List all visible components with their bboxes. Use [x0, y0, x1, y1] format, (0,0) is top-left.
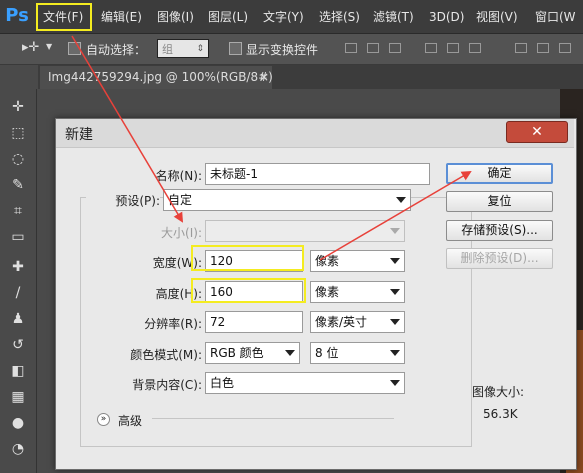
align-bottom-icon[interactable] [389, 43, 401, 53]
image-size-value: 56.3K [483, 407, 518, 421]
move-tool-icon[interactable]: ✛ [9, 98, 27, 116]
close-tab-icon[interactable]: × [259, 66, 269, 89]
delete-preset-button: 删除预设(D)... [446, 248, 553, 269]
quick-select-tool-icon[interactable]: ✎ [9, 176, 27, 194]
auto-select-target-select[interactable]: 组 ⇕ [157, 39, 209, 58]
align-right-icon[interactable] [469, 43, 481, 53]
blur-tool-icon[interactable]: ● [9, 414, 27, 432]
menu-select[interactable]: 选择(S) [319, 7, 360, 27]
dialog-title-bar [56, 119, 574, 148]
brush-tool-icon[interactable]: / [9, 284, 27, 302]
show-transform-label: 显示变换控件 [246, 43, 319, 57]
background-value: 白色 [210, 376, 235, 390]
reset-button[interactable]: 复位 [446, 191, 553, 212]
advanced-divider [152, 418, 394, 419]
chevron-down-icon [396, 197, 406, 203]
height-unit-select[interactable]: 像素 [310, 281, 405, 303]
color-mode-label: 颜色模式(M): [130, 348, 202, 362]
size-select [205, 220, 405, 242]
menu-layer[interactable]: 图层(L) [208, 7, 248, 27]
menu-image[interactable]: 图像(I) [157, 7, 194, 27]
menu-type[interactable]: 文字(Y) [263, 7, 304, 27]
chevron-down-icon [390, 319, 400, 325]
chevron-down-icon [285, 350, 295, 356]
ruler-tool-icon[interactable]: ▭ [9, 228, 27, 246]
preset-value: 自定 [168, 193, 193, 207]
marquee-tool-icon[interactable]: ⬚ [9, 124, 27, 142]
distribute-top-icon[interactable] [515, 43, 527, 53]
distribute-bottom-icon[interactable] [559, 43, 571, 53]
width-unit-value: 像素 [315, 254, 340, 268]
name-label: 名称(N): [155, 169, 202, 183]
crop-tool-icon[interactable]: ⌗ [9, 202, 27, 220]
chevron-down-icon [390, 228, 400, 234]
lasso-tool-icon[interactable]: ◌ [9, 150, 27, 168]
save-preset-button[interactable]: 存储预设(S)... [446, 220, 553, 241]
chevron-down-icon [390, 380, 400, 386]
document-tab[interactable]: Img442759294.jpg @ 100%(RGB/8#) [40, 66, 273, 89]
color-mode-value: RGB 颜色 [210, 346, 264, 360]
preset-select[interactable]: 自定 [163, 189, 411, 211]
ok-button[interactable]: 确定 [446, 163, 553, 184]
name-field[interactable]: 未标题-1 [205, 163, 430, 185]
width-unit-select[interactable]: 像素 [310, 250, 405, 272]
width-highlight-box [191, 245, 304, 271]
background-select[interactable]: 白色 [205, 372, 405, 394]
height-unit-value: 像素 [315, 285, 340, 299]
dialog-title: 新建 [65, 127, 93, 143]
show-transform-checkbox[interactable] [229, 42, 242, 55]
resolution-field[interactable]: 72 [205, 311, 303, 333]
auto-select-checkbox[interactable] [68, 42, 81, 55]
resolution-label: 分辨率(R): [144, 317, 202, 331]
stepper-icon: ⇕ [196, 44, 204, 54]
gradient-tool-icon[interactable]: ▦ [9, 388, 27, 406]
align-vcenter-icon[interactable] [367, 43, 379, 53]
eraser-tool-icon[interactable]: ◧ [9, 362, 27, 380]
auto-select-target-value: 组 [162, 43, 173, 56]
chevron-down-icon[interactable]: ▼ [46, 42, 52, 51]
distribute-vcenter-icon[interactable] [537, 43, 549, 53]
bit-depth-select[interactable]: 8 位 [310, 342, 405, 364]
align-top-icon[interactable] [345, 43, 357, 53]
auto-select-label: 自动选择： [86, 43, 147, 57]
preset-label: 预设(P): [86, 192, 160, 209]
width-label: 宽度(W): [152, 256, 202, 270]
menu-edit[interactable]: 编辑(E) [101, 7, 142, 27]
expand-advanced-icon[interactable]: » [97, 413, 110, 426]
menu-3d[interactable]: 3D(D) [429, 7, 464, 27]
menu-window[interactable]: 窗口(W [535, 7, 576, 27]
color-mode-select[interactable]: RGB 颜色 [205, 342, 300, 364]
size-label: 大小(I): [161, 226, 202, 240]
chevron-down-icon [390, 289, 400, 295]
advanced-label[interactable]: 高级 [118, 412, 142, 429]
close-icon[interactable]: ✕ [506, 121, 568, 143]
stamp-tool-icon[interactable]: ♟ [9, 310, 27, 328]
bit-depth-value: 8 位 [315, 346, 339, 360]
file-menu-highlight-box [36, 3, 92, 31]
healing-brush-tool-icon[interactable]: ✚ [9, 258, 27, 276]
photoshop-logo: Ps [5, 5, 29, 26]
history-brush-tool-icon[interactable]: ↺ [9, 336, 27, 354]
height-label: 高度(H): [155, 287, 202, 301]
align-left-icon[interactable] [425, 43, 437, 53]
resolution-unit-select[interactable]: 像素/英寸 [310, 311, 405, 333]
height-highlight-box [191, 278, 306, 303]
resolution-unit-value: 像素/英寸 [315, 315, 368, 329]
chevron-down-icon [390, 350, 400, 356]
image-size-label: 图像大小: [472, 385, 525, 399]
menu-view[interactable]: 视图(V) [476, 7, 518, 27]
menu-filter[interactable]: 滤镜(T) [373, 7, 414, 27]
align-hcenter-icon[interactable] [447, 43, 459, 53]
background-label: 背景内容(C): [132, 378, 202, 392]
move-tool-icon[interactable]: ▸✛ [22, 40, 39, 55]
dodge-tool-icon[interactable]: ◔ [9, 440, 27, 458]
chevron-down-icon [390, 258, 400, 264]
